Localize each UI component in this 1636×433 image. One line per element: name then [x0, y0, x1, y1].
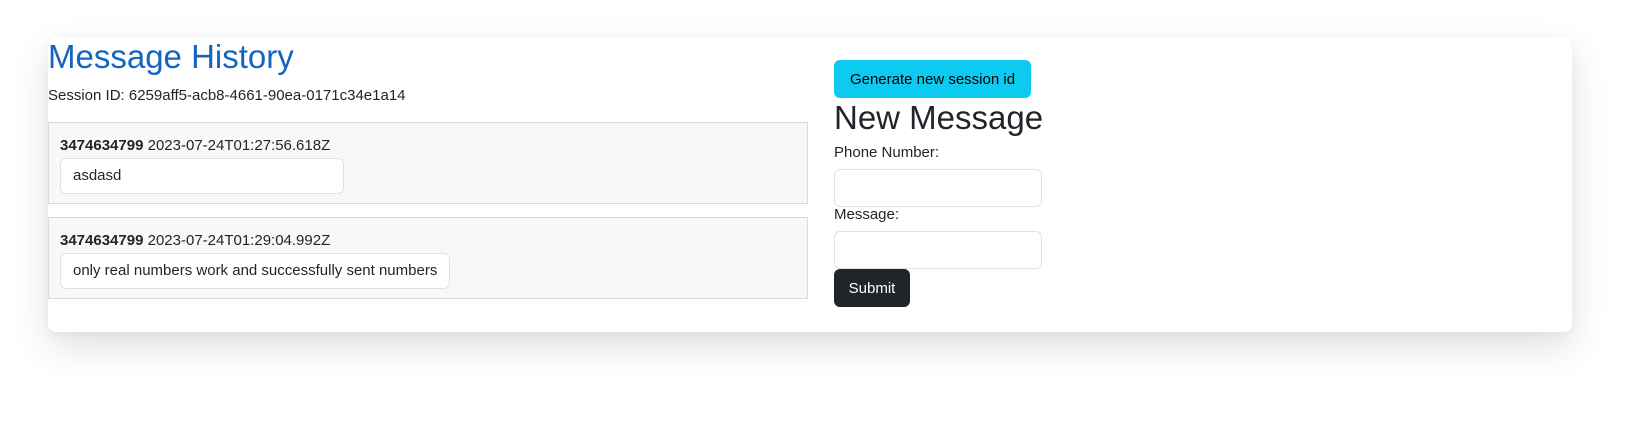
- message-body: only real numbers work and successfully …: [60, 253, 451, 289]
- submit-button[interactable]: Submit: [834, 269, 910, 307]
- message-meta: 3474634799 2023-07-24T01:29:04.992Z: [60, 230, 330, 252]
- message-meta: 3474634799 2023-07-24T01:27:56.618Z: [60, 135, 330, 157]
- phone-number-label: Phone Number:: [834, 144, 940, 161]
- message-body: asdasd: [60, 158, 344, 194]
- new-message-title: New Message: [834, 99, 1044, 136]
- phone-number-input[interactable]: [834, 169, 1042, 207]
- message-phone: 3474634799: [60, 232, 144, 249]
- generate-session-button[interactable]: Generate new session id: [834, 60, 1031, 98]
- message-history-title: Message History: [48, 38, 294, 75]
- message-phone: 3474634799: [60, 137, 144, 154]
- message-label: Message:: [834, 206, 900, 223]
- session-id-value: 6259aff5-acb8-4661-90ea-0171c34e1a14: [128, 87, 406, 104]
- main-card: Message History Session ID: 6259aff5-acb…: [48, 37, 1572, 332]
- message-input[interactable]: [834, 231, 1042, 269]
- session-id-label: Session ID:: [48, 87, 125, 104]
- session-id-line: Session ID: 6259aff5-acb8-4661-90ea-0171…: [48, 85, 406, 107]
- message-timestamp: 2023-07-24T01:29:04.992Z: [147, 232, 331, 249]
- message-timestamp: 2023-07-24T01:27:56.618Z: [147, 137, 331, 154]
- message-item: 3474634799 2023-07-24T01:29:04.992Z only…: [48, 217, 808, 299]
- message-item: 3474634799 2023-07-24T01:27:56.618Z asda…: [48, 122, 808, 204]
